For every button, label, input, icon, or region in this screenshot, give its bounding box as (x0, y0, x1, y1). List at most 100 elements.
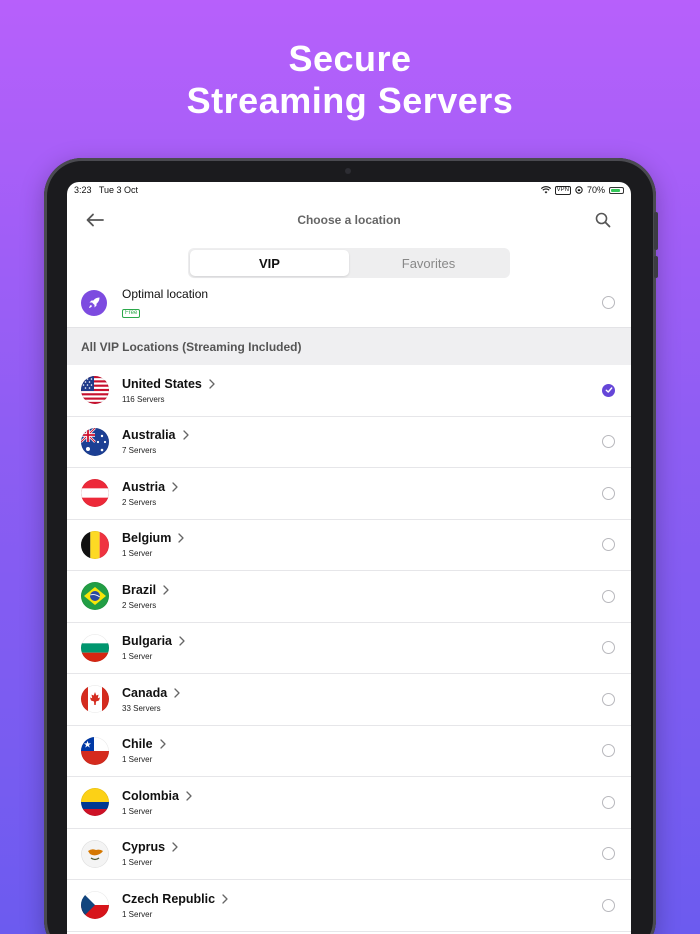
country-row-co[interactable]: Colombia 1 Server (67, 777, 631, 829)
arrow-left-icon (86, 213, 104, 227)
country-name-text: Colombia (122, 788, 179, 803)
radio-button[interactable] (602, 538, 615, 552)
country-name: Austria (122, 480, 602, 494)
country-name: United States (122, 377, 602, 391)
headline: Secure Streaming Servers (0, 38, 700, 122)
search-icon (595, 212, 611, 228)
radio-button-selected[interactable] (602, 383, 615, 397)
country-list: United States 116 Servers Australia 7 Serve… (67, 365, 631, 932)
radio-button[interactable] (602, 589, 615, 603)
chevron-right-icon[interactable] (171, 842, 179, 852)
country-row-be[interactable]: Belgium 1 Server (67, 520, 631, 571)
country-name-text: Austria (122, 479, 166, 494)
country-name: Australia (122, 428, 602, 442)
country-name: Canada (122, 686, 602, 700)
country-row-ca[interactable]: Canada 33 Servers (67, 674, 631, 726)
status-bar: 3:23 Tue 3 Oct VPN 70% (67, 182, 631, 198)
cy-flag-icon (81, 839, 109, 868)
screen: 3:23 Tue 3 Oct VPN 70% Choose a location (67, 182, 631, 934)
radio-button[interactable] (602, 898, 615, 912)
tab-favorites[interactable]: Favorites (349, 250, 508, 276)
server-count: 1 Server (122, 858, 153, 868)
status-date: Tue 3 Oct (98, 185, 139, 195)
country-name-text: Australia (122, 428, 176, 443)
page-title: Choose a location (297, 213, 401, 227)
chevron-right-icon[interactable] (171, 482, 179, 492)
chevron-right-icon[interactable] (162, 585, 170, 595)
co-flag-icon (81, 788, 109, 817)
optimal-location-row[interactable]: Optimal location Free (67, 278, 631, 328)
server-count: 7 Servers (122, 446, 157, 456)
chevron-right-icon[interactable] (177, 533, 185, 543)
country-name-text: Brazil (122, 582, 157, 597)
country-row-cy[interactable]: Cyprus 1 Server (67, 829, 631, 880)
headline-line-1: Secure (288, 38, 412, 79)
vpn-badge: VPN (554, 185, 571, 195)
country-row-cz[interactable]: Czech Republic 1 Server (67, 880, 631, 932)
country-name-text: Chile (122, 737, 153, 752)
country-name-text: Canada (122, 685, 168, 700)
country-name-text: Bulgaria (122, 634, 173, 649)
battery-percent: 70% (586, 185, 605, 195)
chevron-right-icon[interactable] (159, 739, 167, 749)
rocket-icon (81, 289, 107, 316)
nav-bar: Choose a location (67, 198, 631, 242)
cl-flag-icon (81, 736, 109, 765)
radio-button[interactable] (602, 296, 615, 309)
radio-button[interactable] (602, 692, 615, 706)
status-time: 3:23 (74, 185, 92, 195)
country-name: Colombia (122, 789, 602, 803)
br-flag-icon (81, 582, 109, 611)
radio-button[interactable] (602, 435, 615, 449)
server-count: 33 Servers (122, 703, 161, 713)
country-name-text: United States (122, 376, 202, 391)
back-button[interactable] (83, 208, 107, 232)
chevron-right-icon[interactable] (185, 791, 193, 801)
radio-button[interactable] (602, 847, 615, 861)
country-name-text: Belgium (122, 531, 172, 546)
wifi-icon (540, 186, 551, 194)
segmented-control: VIP Favorites (188, 248, 510, 278)
country-name: Belgium (122, 531, 602, 545)
au-flag-icon (81, 427, 109, 456)
orientation-lock-icon (575, 186, 583, 194)
country-name: Cyprus (122, 840, 602, 854)
radio-button[interactable] (602, 641, 615, 655)
country-name: Czech Republic (122, 892, 602, 906)
radio-button[interactable] (602, 795, 615, 809)
section-header: All VIP Locations (Streaming Included) (67, 328, 631, 365)
chevron-right-icon[interactable] (182, 430, 190, 440)
chevron-right-icon[interactable] (208, 379, 216, 389)
be-flag-icon (81, 530, 109, 559)
us-flag-icon (81, 376, 109, 405)
tab-vip[interactable]: VIP (190, 250, 349, 276)
checkmark-icon (605, 387, 612, 393)
server-count: 1 Server (122, 549, 153, 559)
country-name: Chile (122, 737, 602, 751)
country-row-at[interactable]: Austria 2 Servers (67, 468, 631, 520)
ca-flag-icon (81, 685, 109, 714)
camera-icon (345, 168, 351, 174)
search-button[interactable] (591, 208, 615, 232)
server-count: 1 Server (122, 909, 153, 919)
chevron-right-icon[interactable] (178, 636, 186, 646)
headline-line-2: Streaming Servers (186, 80, 514, 121)
cz-flag-icon (81, 891, 109, 920)
server-count: 2 Servers (122, 497, 157, 507)
chevron-right-icon[interactable] (221, 894, 229, 904)
volume-button (654, 212, 658, 250)
radio-button[interactable] (602, 486, 615, 500)
country-name-text: Czech Republic (122, 891, 216, 906)
country-row-bg[interactable]: Bulgaria 1 Server (67, 623, 631, 674)
country-row-cl[interactable]: Chile 1 Server (67, 726, 631, 777)
country-name: Brazil (122, 583, 602, 597)
radio-button[interactable] (602, 744, 615, 758)
country-name: Bulgaria (122, 634, 602, 648)
country-row-au[interactable]: Australia 7 Servers (67, 417, 631, 468)
country-row-br[interactable]: Brazil 2 Servers (67, 571, 631, 623)
free-badge: Free (122, 308, 141, 318)
volume-button (654, 256, 658, 278)
country-row-us[interactable]: United States 116 Servers (67, 365, 631, 417)
chevron-right-icon[interactable] (173, 688, 181, 698)
country-name-text: Cyprus (122, 840, 166, 855)
